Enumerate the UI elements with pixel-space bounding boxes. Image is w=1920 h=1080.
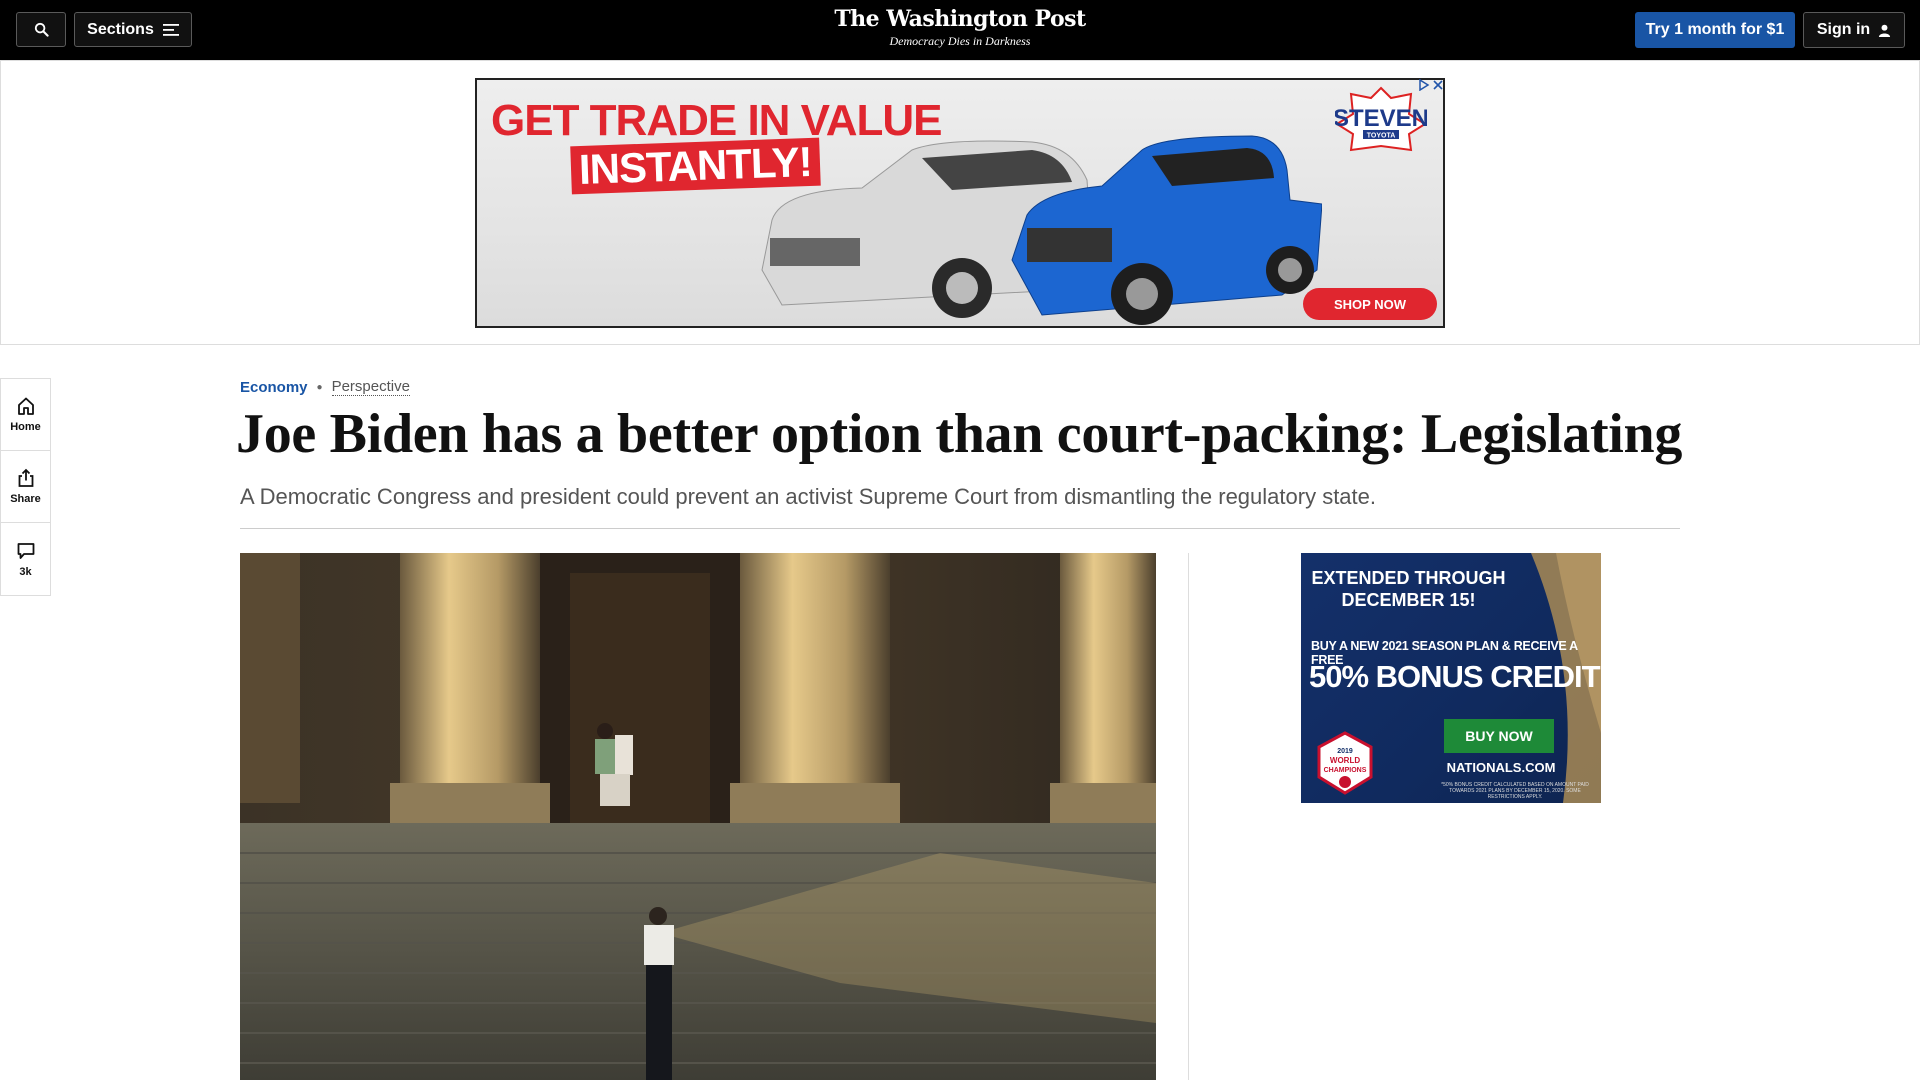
top-navigation-bar: Sections The Washington Post Democracy D…: [0, 0, 1920, 60]
nationals-ad[interactable]: EXTENDED THROUGH DECEMBER 15! BUY A NEW …: [1301, 553, 1601, 803]
section-link[interactable]: Economy: [240, 379, 308, 396]
steven-toyota-logo: STEVEN TOYOTA: [1335, 86, 1427, 152]
badge-word: WORLD: [1330, 756, 1360, 765]
rail-share-button[interactable]: Share: [1, 451, 50, 523]
dealer-name: STEVEN: [1335, 105, 1427, 132]
ad-bonus-credit: 50% BONUS CREDIT: [1309, 659, 1601, 694]
rail-home-label: Home: [10, 421, 41, 433]
ad-extended-text: EXTENDED THROUGH DECEMBER 15!: [1301, 567, 1516, 611]
ad-extended-line1: EXTENDED THROUGH: [1311, 568, 1506, 588]
ad-extended-line2: DECEMBER 15!: [1341, 590, 1476, 610]
left-action-rail: Home Share 3k: [0, 378, 51, 596]
article-headline: Joe Biden has a better option than court…: [236, 403, 1683, 465]
article-subheadline: A Democratic Congress and president coul…: [240, 484, 1376, 509]
rail-share-label: Share: [10, 493, 41, 505]
perspective-label[interactable]: Perspective: [331, 378, 410, 396]
logo-wordmark: The Washington Post: [834, 6, 1086, 32]
comment-icon: [17, 542, 34, 559]
badge-champions: CHAMPIONS: [1324, 767, 1367, 774]
ad-fine-print: *50% BONUS CREDIT CALCULATED BASED ON AM…: [1441, 782, 1589, 800]
toyota-ad-banner[interactable]: GET TRADE IN VALUE INSTANTLY! STEVEN TOY…: [475, 78, 1445, 328]
adchoices-icon[interactable]: [1418, 79, 1430, 91]
rail-comments-count: 3k: [19, 565, 32, 578]
buy-now-button[interactable]: BUY NOW: [1444, 719, 1554, 753]
ad-website: NATIONALS.COM: [1446, 760, 1556, 775]
column-divider: [1188, 553, 1189, 1080]
vehicles-image: [761, 135, 1322, 325]
site-logo[interactable]: The Washington Post Democracy Dies in Da…: [0, 6, 1920, 49]
rail-comments-button[interactable]: 3k: [1, 523, 50, 595]
badge-year: 2019: [1337, 748, 1353, 755]
home-icon: [17, 397, 34, 415]
lead-photo-supreme-court[interactable]: [240, 553, 1156, 1080]
sign-in-button[interactable]: Sign in: [1803, 12, 1905, 48]
user-icon: [1879, 24, 1891, 37]
logo-tagline: Democracy Dies in Darkness: [889, 34, 1031, 48]
close-ad-icon[interactable]: [1432, 79, 1444, 91]
adchoices-controls[interactable]: [1414, 79, 1444, 93]
share-icon: [18, 468, 33, 487]
supreme-court-steps-image: [240, 553, 1156, 1080]
kicker-separator: ●: [316, 381, 323, 393]
sign-in-label: Sign in: [1816, 21, 1871, 38]
header-divider: [240, 528, 1680, 529]
article-kicker: Economy ● Perspective: [240, 378, 410, 396]
subscribe-button[interactable]: Try 1 month for $1: [1635, 12, 1795, 48]
dealer-brand: TOYOTA: [1367, 133, 1396, 140]
shop-now-button[interactable]: SHOP NOW: [1303, 288, 1437, 320]
world-champions-badge: 2019 WORLD CHAMPIONS: [1317, 731, 1373, 795]
rail-home-button[interactable]: Home: [1, 379, 50, 451]
